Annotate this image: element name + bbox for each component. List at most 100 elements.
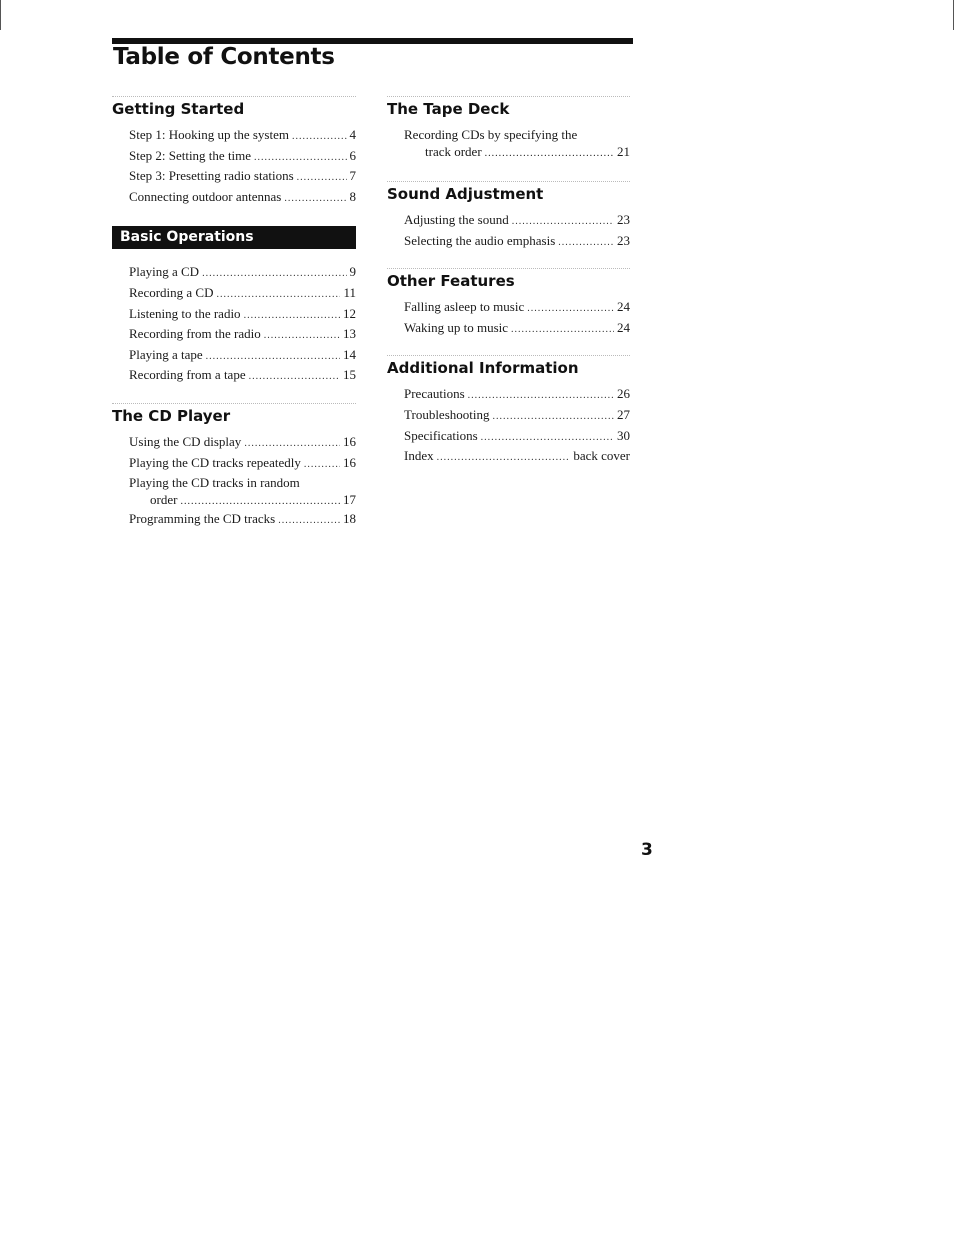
- toc-entry[interactable]: Specifications 30: [387, 427, 630, 448]
- entry-label-continuation: track order: [425, 144, 482, 159]
- entry-page: 9: [349, 264, 357, 280]
- dot-leader: [297, 167, 347, 188]
- entry-label: Step 2: Setting the time: [129, 147, 252, 163]
- entry-page: 4: [349, 127, 357, 142]
- toc-entry[interactable]: Listening to the radio 12: [112, 305, 356, 326]
- entry-page: 15: [343, 367, 356, 383]
- entry-label-continuation: order: [150, 492, 178, 508]
- toc-entry[interactable]: Recording from the radio 13: [112, 325, 356, 346]
- entry-page: 13: [343, 326, 356, 342]
- entry-label: Troubleshooting: [404, 406, 490, 422]
- toc-entry[interactable]: Using the CD display 16: [112, 433, 356, 454]
- section-sound-adjustment: Sound AdjustmentAdjusting the sound23Sel…: [387, 181, 630, 252]
- page-number: 3: [641, 840, 653, 860]
- right-column: The Tape Deck Recording CDs by specifying…: [387, 96, 630, 468]
- page-title: Table of Contents: [113, 44, 335, 70]
- toc-entry[interactable]: Selecting the audio emphasis 23: [387, 232, 630, 253]
- dot-leader: [202, 263, 346, 284]
- section-divider: [112, 402, 356, 405]
- dot-leader: [527, 298, 614, 319]
- entry-label: Recording from the radio: [129, 326, 261, 342]
- section-heading: Basic Operations: [112, 226, 356, 250]
- scan-edge-left: [0, 0, 1, 30]
- entry-page: 24: [617, 319, 630, 335]
- dot-leader: [264, 325, 340, 346]
- entry-label: Programming the CD tracks: [129, 511, 276, 527]
- entry-label: Selecting the audio emphasis: [404, 232, 556, 248]
- section-divider: [387, 355, 630, 357]
- dot-leader: [206, 346, 340, 367]
- section-basic-operations: Basic Operations Playing a CD 9 Recording a…: [112, 226, 356, 387]
- toc-entry[interactable]: Precautions 26: [387, 385, 630, 406]
- section-heading: The Tape Deck: [387, 100, 510, 118]
- entry-page: 14: [343, 346, 356, 362]
- toc-entry[interactable]: Programming the CD tracks 18: [112, 510, 356, 531]
- toc-entry[interactable]: Step 2: Setting the time 6: [112, 147, 356, 168]
- entry-page: 12: [343, 305, 356, 321]
- entry-label: Precautions: [404, 386, 465, 402]
- toc-entry[interactable]: Index back cover: [387, 447, 630, 468]
- entry-page: 27: [617, 406, 630, 422]
- dot-leader: [481, 427, 614, 448]
- entry-page: 21: [617, 144, 630, 159]
- entry-label: Playing a tape: [129, 346, 203, 362]
- toc-entry[interactable]: Playing the CD tracks repeatedly 16: [112, 454, 356, 475]
- entry-page: 17: [343, 492, 356, 508]
- entry-label: Recording from a tape: [129, 367, 246, 383]
- toc-entry[interactable]: Playing the CD tracks in randomorder 17: [112, 474, 356, 510]
- toc-entry[interactable]: Recording a CD 11: [112, 284, 356, 305]
- toc-entry[interactable]: Connecting outdoor antennas 8: [112, 188, 356, 209]
- entry-page: 23: [617, 212, 630, 227]
- dot-leader: [292, 126, 347, 147]
- entry-page: 23: [617, 232, 630, 248]
- dot-leader: [216, 284, 340, 305]
- dot-leader: [304, 454, 340, 475]
- entry-page: 16: [343, 433, 356, 449]
- entry-label: Waking up to music: [404, 319, 509, 335]
- toc-entry[interactable]: Playing a CD 9: [112, 263, 356, 284]
- section-getting-started: Getting Started Step 1: Hooking up the sy…: [112, 96, 356, 208]
- entry-page: 6: [349, 147, 357, 163]
- entry-page: 16: [343, 454, 356, 470]
- section-heading: The CD Player: [112, 406, 231, 425]
- entry-label: Falling asleep to music: [404, 299, 525, 315]
- entry-label: Specifications: [404, 427, 478, 443]
- toc-entry[interactable]: Adjusting the sound 23: [387, 211, 630, 232]
- toc-entry[interactable]: Step 1: Hooking up the system 4: [112, 126, 356, 147]
- section-divider: [112, 96, 356, 98]
- section-the-tape-deck: The Tape Deck Recording CDs by specifying…: [387, 96, 630, 162]
- section-divider: [387, 181, 630, 183]
- entry-label: Step 1: Hooking up the system: [129, 127, 289, 142]
- section-heading: Other Features: [387, 272, 515, 291]
- toc-entry[interactable]: Troubleshooting 27: [387, 406, 630, 427]
- section-the-cd-player: The CD PlayerUsing the CD display16Playi…: [112, 402, 356, 531]
- left-column: Getting Started Step 1: Hooking up the sy…: [112, 96, 356, 531]
- entry-label: Adjusting the sound: [404, 212, 509, 227]
- dot-leader: [180, 491, 340, 510]
- section-heading: Additional Information: [387, 359, 579, 378]
- section-additional-information: Additional Information Precautions 26 Troub…: [387, 355, 630, 467]
- dot-leader: [558, 232, 614, 253]
- section-heading: Sound Adjustment: [387, 185, 544, 203]
- toc-entry[interactable]: Falling asleep to music 24: [387, 298, 630, 319]
- dot-leader: [244, 433, 340, 454]
- entry-page: 26: [617, 386, 630, 402]
- section-divider: [387, 96, 630, 98]
- dot-leader: [249, 366, 340, 387]
- dot-leader: [485, 143, 614, 162]
- dot-leader: [254, 147, 346, 168]
- toc-entry[interactable]: Waking up to music 24: [387, 319, 630, 340]
- toc-entry[interactable]: Playing a tape 14: [112, 346, 356, 367]
- section-heading: Getting Started: [112, 100, 245, 118]
- dot-leader: [468, 385, 614, 406]
- toc-entry[interactable]: Step 3: Presetting radio stations 7: [112, 167, 356, 188]
- dot-leader: [437, 447, 571, 468]
- entry-label: Index: [404, 448, 434, 464]
- entry-page: 24: [617, 299, 630, 315]
- toc-entry[interactable]: Recording from a tape 15: [112, 366, 356, 387]
- entry-label: Connecting outdoor antennas: [129, 188, 282, 204]
- entry-page: 7: [349, 168, 357, 184]
- toc-entry[interactable]: Recording CDs by specifying the track ord…: [387, 126, 630, 162]
- entry-label: Using the CD display: [129, 433, 242, 449]
- entry-page: 8: [349, 188, 357, 204]
